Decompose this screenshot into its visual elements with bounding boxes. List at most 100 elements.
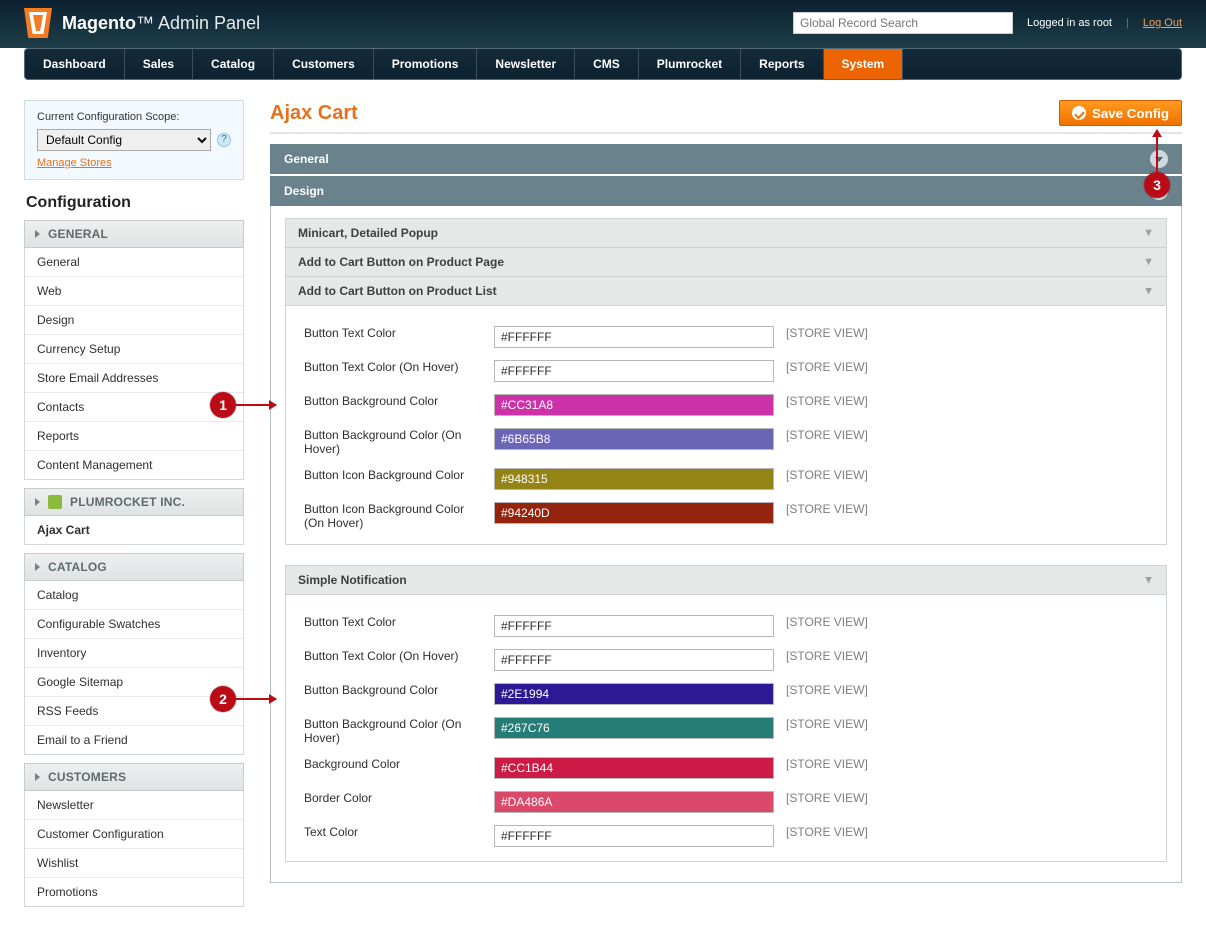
chevron-down-icon: ▼ bbox=[1143, 256, 1154, 268]
color-input[interactable] bbox=[494, 649, 774, 671]
table-row: Button Text Color[STORE VIEW] bbox=[298, 320, 1154, 354]
sidebar-item[interactable]: Currency Setup bbox=[25, 334, 243, 363]
sb-head-plumrocket[interactable]: PLUMROCKET INC. bbox=[24, 488, 244, 516]
color-input[interactable] bbox=[494, 825, 774, 847]
save-config-button[interactable]: Save Config bbox=[1059, 100, 1182, 126]
color-input[interactable] bbox=[494, 468, 774, 490]
sidebar-item[interactable]: Reports bbox=[25, 421, 243, 450]
field-label: Button Icon Background Color bbox=[298, 462, 488, 496]
scope-label: Current Configuration Scope: bbox=[37, 111, 231, 123]
color-input[interactable] bbox=[494, 394, 774, 416]
scope-tag: [STORE VIEW] bbox=[780, 677, 1154, 711]
color-input[interactable] bbox=[494, 717, 774, 739]
table-row: Button Text Color (On Hover)[STORE VIEW] bbox=[298, 354, 1154, 388]
subsection-minicart[interactable]: Minicart, Detailed Popup ▼ bbox=[285, 218, 1167, 248]
sb-head-label: GENERAL bbox=[48, 227, 108, 241]
sb-head-label: CUSTOMERS bbox=[48, 770, 126, 784]
subsection-addtocart-list[interactable]: Add to Cart Button on Product List ▲ bbox=[285, 276, 1167, 306]
field-label: Button Background Color bbox=[298, 677, 488, 711]
color-input[interactable] bbox=[494, 502, 774, 524]
nav-promotions[interactable]: Promotions bbox=[374, 49, 478, 79]
table-row: Button Text Color (On Hover)[STORE VIEW] bbox=[298, 643, 1154, 677]
logged-in-text: Logged in as root bbox=[1027, 17, 1112, 29]
callout-3: 3 bbox=[1144, 172, 1170, 198]
nav-dashboard[interactable]: Dashboard bbox=[25, 49, 125, 79]
color-input[interactable] bbox=[494, 791, 774, 813]
check-icon bbox=[1072, 106, 1086, 120]
sb-head-customers[interactable]: CUSTOMERS bbox=[24, 763, 244, 791]
sb-list-general: GeneralWebDesignCurrency SetupStore Emai… bbox=[24, 248, 244, 480]
plumrocket-icon bbox=[48, 495, 62, 509]
chevron-down-icon: ▼ bbox=[1143, 227, 1154, 239]
global-search-input[interactable] bbox=[793, 12, 1013, 34]
scope-tag: [STORE VIEW] bbox=[780, 422, 1154, 462]
accordion-design[interactable]: Design bbox=[270, 176, 1182, 206]
nav-reports[interactable]: Reports bbox=[741, 49, 823, 79]
sidebar-item[interactable]: General bbox=[25, 248, 243, 276]
color-input[interactable] bbox=[494, 428, 774, 450]
scope-tag: [STORE VIEW] bbox=[780, 388, 1154, 422]
nav-sales[interactable]: Sales bbox=[125, 49, 193, 79]
sidebar-item[interactable]: Web bbox=[25, 276, 243, 305]
nav-catalog[interactable]: Catalog bbox=[193, 49, 274, 79]
color-input[interactable] bbox=[494, 326, 774, 348]
sidebar-item[interactable]: Content Management bbox=[25, 450, 243, 479]
nav-cms[interactable]: CMS bbox=[575, 49, 639, 79]
main-nav: DashboardSalesCatalogCustomersPromotions… bbox=[24, 48, 1182, 80]
help-icon[interactable]: ? bbox=[217, 133, 231, 147]
callout-2: 2 bbox=[210, 686, 236, 712]
color-input[interactable] bbox=[494, 683, 774, 705]
brand-sub: Admin Panel bbox=[158, 13, 260, 33]
chevron-down-icon bbox=[1150, 150, 1168, 168]
sidebar-item[interactable]: Ajax Cart bbox=[25, 516, 243, 544]
sidebar-item[interactable]: Promotions bbox=[25, 877, 243, 906]
scope-tag: [STORE VIEW] bbox=[780, 785, 1154, 819]
table-row: Border Color [STORE VIEW] bbox=[298, 785, 1154, 819]
sidebar-item[interactable]: Email to a Friend bbox=[25, 725, 243, 754]
color-input[interactable] bbox=[494, 757, 774, 779]
manage-stores-link[interactable]: Manage Stores bbox=[37, 157, 112, 169]
subsection-label: Minicart, Detailed Popup bbox=[298, 226, 438, 240]
arrow-icon bbox=[236, 404, 276, 406]
sb-head-label: PLUMROCKET INC. bbox=[70, 495, 185, 509]
subsection-simple-notification[interactable]: Simple Notification ▲ bbox=[285, 565, 1167, 595]
sidebar-item[interactable]: Configurable Swatches bbox=[25, 609, 243, 638]
sidebar-item[interactable]: Wishlist bbox=[25, 848, 243, 877]
nav-system[interactable]: System bbox=[824, 49, 904, 79]
config-table-list: Button Text Color[STORE VIEW]Button Text… bbox=[298, 320, 1154, 536]
brand-name: Magento bbox=[62, 13, 136, 33]
sidebar-item[interactable]: Inventory bbox=[25, 638, 243, 667]
subsection-addtocart-page[interactable]: Add to Cart Button on Product Page ▼ bbox=[285, 247, 1167, 277]
scope-select[interactable]: Default Config bbox=[37, 129, 211, 151]
sidebar-item[interactable]: Store Email Addresses bbox=[25, 363, 243, 392]
table-row: Button Background Color [STORE VIEW] bbox=[298, 388, 1154, 422]
nav-plumrocket[interactable]: Plumrocket bbox=[639, 49, 741, 79]
field-label: Button Icon Background Color (On Hover) bbox=[298, 496, 488, 536]
field-label: Border Color bbox=[298, 785, 488, 819]
sidebar-item[interactable]: Design bbox=[25, 305, 243, 334]
nav-customers[interactable]: Customers bbox=[274, 49, 374, 79]
sidebar-item[interactable]: Newsletter bbox=[25, 791, 243, 819]
accordion-label: General bbox=[284, 152, 329, 166]
table-row: Button Icon Background Color[STORE VIEW] bbox=[298, 462, 1154, 496]
field-label: Button Text Color (On Hover) bbox=[298, 643, 488, 677]
arrow-icon bbox=[236, 698, 276, 700]
color-input[interactable] bbox=[494, 360, 774, 382]
scope-tag: [STORE VIEW] bbox=[780, 819, 1154, 853]
sidebar-item[interactable]: Catalog bbox=[25, 581, 243, 609]
sidebar-item[interactable]: Google Sitemap bbox=[25, 667, 243, 696]
table-row: Button Text Color[STORE VIEW] bbox=[298, 609, 1154, 643]
sb-head-general[interactable]: GENERAL bbox=[24, 220, 244, 248]
accordion-general[interactable]: General bbox=[270, 144, 1182, 174]
subsection-label: Simple Notification bbox=[298, 573, 407, 587]
header: Magento™ Admin Panel Logged in as root |… bbox=[0, 0, 1206, 48]
table-row: Button Icon Background Color (On Hover)[… bbox=[298, 496, 1154, 536]
color-input[interactable] bbox=[494, 615, 774, 637]
field-label: Button Background Color bbox=[298, 388, 488, 422]
sb-head-catalog[interactable]: CATALOG bbox=[24, 553, 244, 581]
scope-tag: [STORE VIEW] bbox=[780, 711, 1154, 751]
logout-link[interactable]: Log Out bbox=[1143, 17, 1182, 29]
config-title: Configuration bbox=[26, 194, 244, 212]
accordion-label: Design bbox=[284, 184, 324, 198]
nav-newsletter[interactable]: Newsletter bbox=[477, 49, 575, 79]
